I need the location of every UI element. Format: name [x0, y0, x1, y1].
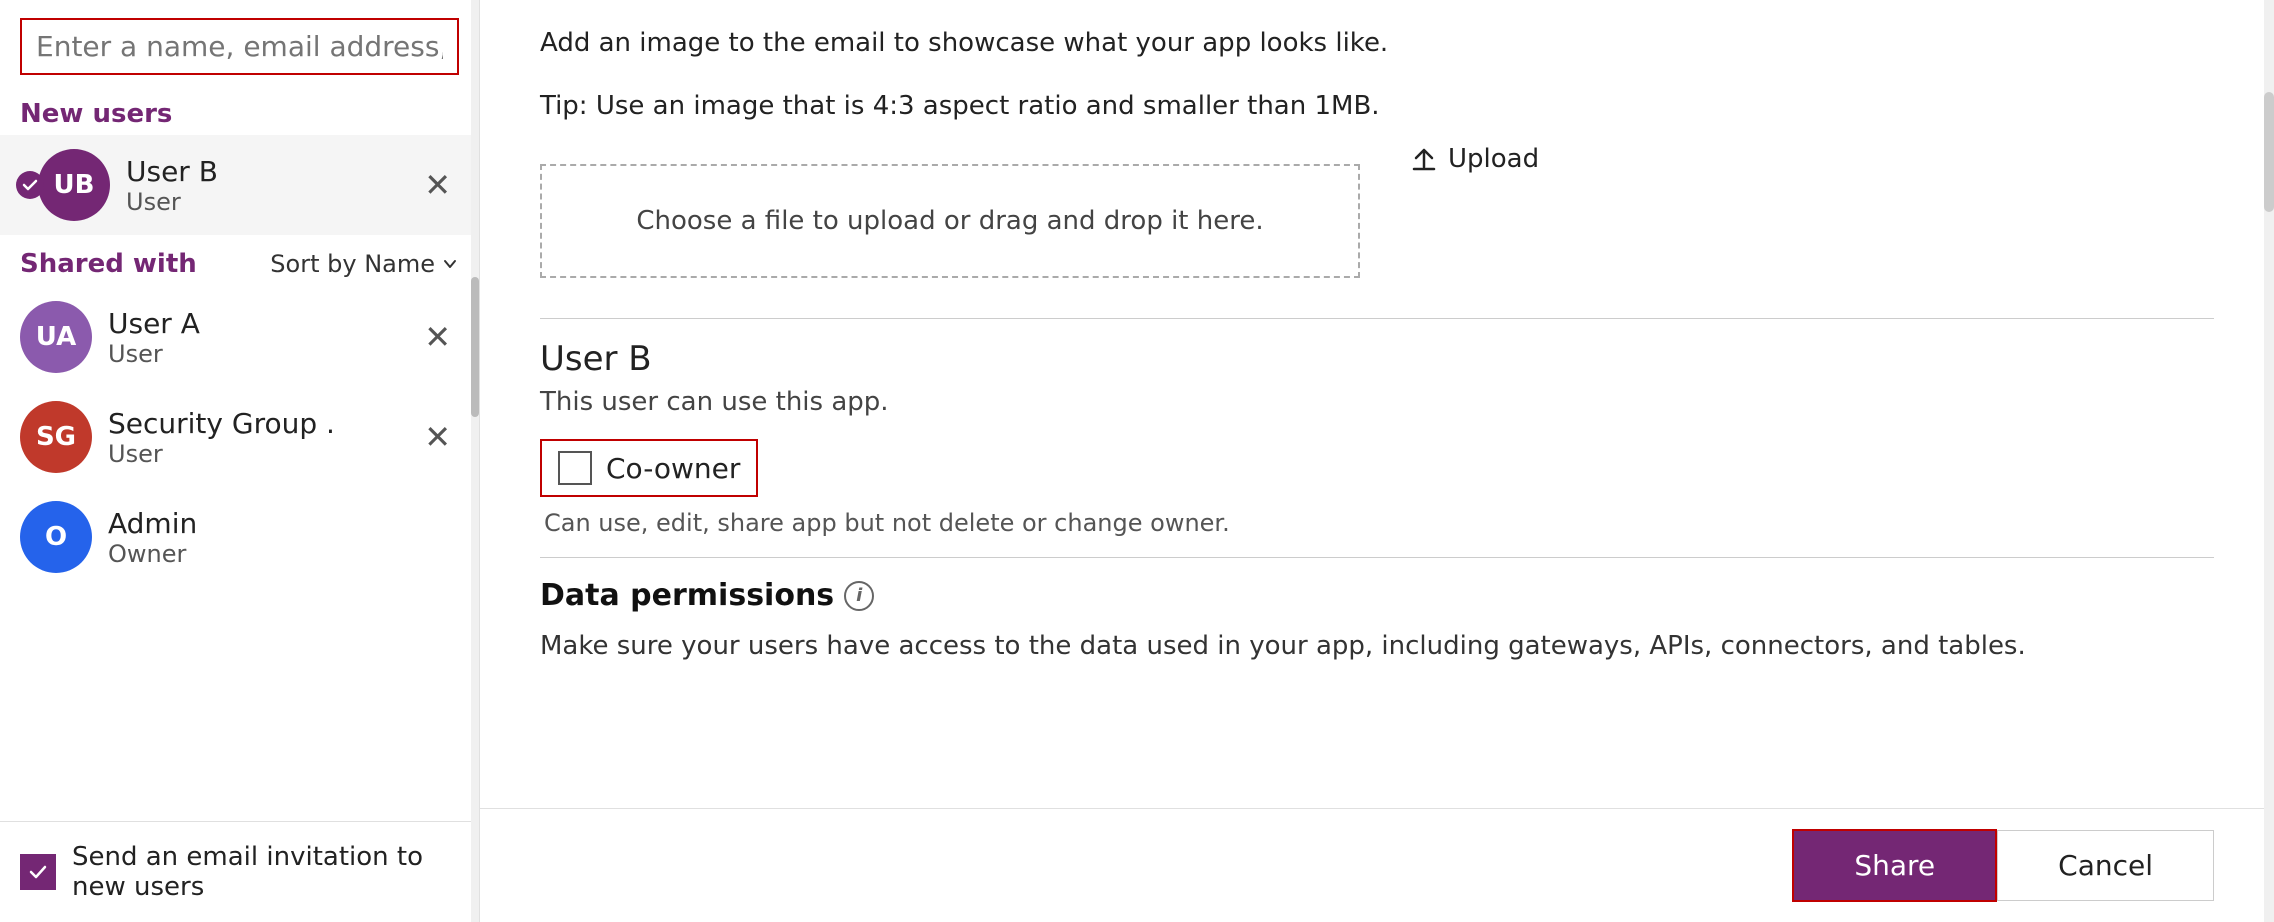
upload-btn-label: Upload — [1448, 144, 1539, 174]
bottom-action-bar: Share Cancel — [480, 808, 2274, 922]
data-permissions-title: Data permissions — [540, 578, 834, 613]
coowner-desc: Can use, edit, share app but not delete … — [540, 509, 2214, 537]
avatar: UB — [38, 149, 110, 221]
checkmark-icon — [28, 862, 48, 882]
user-name: Admin — [108, 507, 459, 540]
user-role: Owner — [108, 540, 459, 568]
remove-user-button[interactable]: ✕ — [416, 165, 459, 205]
tip-text-line1: Add an image to the email to showcase wh… — [540, 0, 2214, 63]
upload-icon — [1410, 145, 1438, 173]
user-info: Security Group . User — [108, 407, 416, 468]
left-panel: New users UB User B User ✕ Shared with S… — [0, 0, 480, 922]
cancel-button[interactable]: Cancel — [1997, 830, 2214, 901]
user-role: User — [108, 340, 416, 368]
user-b-subtitle: This user can use this app. — [540, 387, 2214, 417]
send-email-label: Send an email invitation to new users — [72, 842, 459, 902]
shared-with-label: Shared with — [20, 249, 197, 279]
section-divider-2 — [540, 557, 2214, 558]
scrollbar-thumb[interactable] — [471, 277, 479, 417]
remove-user-button[interactable]: ✕ — [416, 417, 459, 457]
avatar: SG — [20, 401, 92, 473]
user-info: User B User — [126, 155, 416, 216]
upload-area-text: Choose a file to upload or drag and drop… — [636, 206, 1263, 236]
send-email-checkbox[interactable] — [20, 854, 56, 890]
search-container — [0, 0, 479, 89]
user-b-title: User B — [540, 339, 2214, 379]
coowner-row[interactable]: Co-owner — [540, 439, 758, 497]
user-role: User — [108, 440, 416, 468]
user-info: Admin Owner — [108, 507, 459, 568]
send-email-row: Send an email invitation to new users — [0, 821, 479, 922]
scrollbar-track[interactable] — [471, 0, 479, 922]
user-role: User — [126, 188, 416, 216]
tip-text-line2: Tip: Use an image that is 4:3 aspect rat… — [540, 63, 2214, 126]
sort-by-dropdown[interactable]: Sort by Name — [270, 250, 459, 278]
coowner-label: Co-owner — [606, 452, 740, 485]
data-permissions-text: Make sure your users have access to the … — [540, 627, 2214, 666]
chevron-down-icon — [441, 255, 459, 273]
right-scrollbar-track[interactable] — [2264, 0, 2274, 922]
user-info: User A User — [108, 307, 416, 368]
list-item[interactable]: O Admin Owner — [0, 487, 479, 587]
list-item[interactable]: UA User A User ✕ — [0, 287, 479, 387]
coowner-checkbox[interactable] — [558, 451, 592, 485]
new-users-label: New users — [0, 89, 479, 135]
data-permissions-row: Data permissions i — [540, 578, 2214, 613]
selected-check-icon — [16, 171, 44, 199]
section-divider — [540, 318, 2214, 319]
list-item[interactable]: SG Security Group . User ✕ — [0, 387, 479, 487]
right-panel: Add an image to the email to showcase wh… — [480, 0, 2274, 922]
share-button[interactable]: Share — [1792, 829, 1997, 902]
upload-button-area[interactable]: Upload — [1410, 144, 1539, 174]
shared-with-bar: Shared with Sort by Name — [0, 235, 479, 287]
remove-user-button[interactable]: ✕ — [416, 317, 459, 357]
search-input[interactable] — [20, 18, 459, 75]
info-icon[interactable]: i — [844, 581, 874, 611]
avatar: UA — [20, 301, 92, 373]
sort-by-label: Sort by Name — [270, 250, 435, 278]
right-scrollbar-thumb[interactable] — [2264, 92, 2274, 212]
user-name: Security Group . — [108, 407, 416, 440]
user-name: User B — [126, 155, 416, 188]
user-name: User A — [108, 307, 416, 340]
avatar: O — [20, 501, 92, 573]
upload-drop-zone[interactable]: Choose a file to upload or drag and drop… — [540, 164, 1360, 278]
list-item[interactable]: UB User B User ✕ — [0, 135, 479, 235]
upload-row: Choose a file to upload or drag and drop… — [540, 144, 2214, 298]
